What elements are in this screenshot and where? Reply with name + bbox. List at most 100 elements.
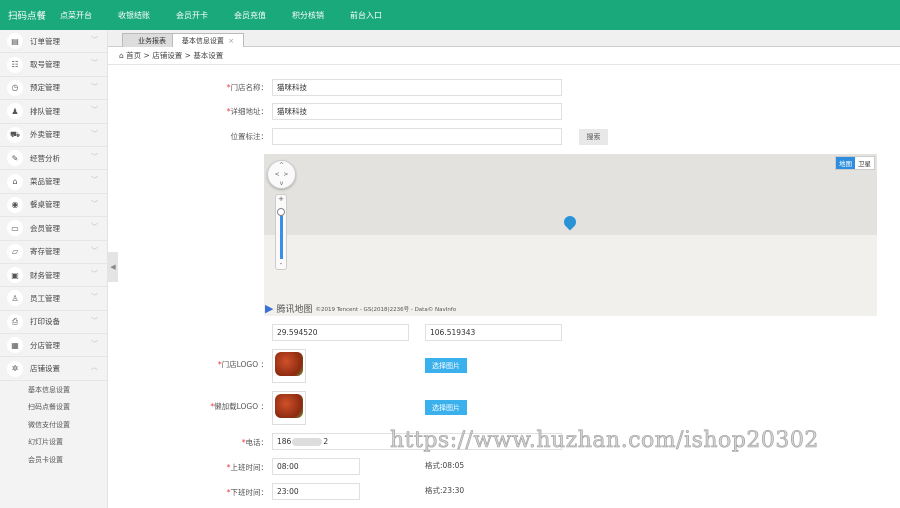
sidebar-item-10[interactable]: ▣ 财务管理 ﹀ [0,264,107,288]
map-brand: 腾讯地图 [276,305,313,315]
sidebar-item-label: 预定管理 [30,83,60,93]
map-copyright: ©2019 Tencent - GS(2018)2236号 - Data© Na… [315,306,457,313]
sidebar-item-13[interactable]: ▦ 分店管理 ﹀ [0,334,107,358]
sidebar-item-14[interactable]: ✲ 店铺设置 ︿ [0,357,107,381]
chevron-down-icon: ﹀ [91,223,98,232]
sidebar-item-8[interactable]: ▭ 会员管理 ﹀ [0,217,107,241]
dish-icon: ⌂ [7,173,23,190]
sidebar-item-7[interactable]: ◉ 餐桌管理 ﹀ [0,194,107,218]
sidebar-subitem-2[interactable]: 微信支付设置 [0,416,107,434]
sidebar-item-label: 餐桌管理 [30,200,60,210]
sidebar-item-label: 经营分析 [30,153,60,163]
sidebar-item-label: 订单管理 [30,36,60,46]
sidebar-item-5[interactable]: ✎ 经营分析 ﹀ [0,147,107,171]
chevron-down-icon: ﹀ [91,106,98,115]
printer-icon: ⎙ [7,313,23,330]
sidebar-item-3[interactable]: ♟ 排队管理 ﹀ [0,100,107,124]
breadcrumb-sep: > [143,51,150,60]
breadcrumb-sep: > [184,51,191,60]
phone-label: *电话： [241,438,268,447]
store-name-input[interactable]: 猫咪科技 [272,79,562,96]
open-time-input[interactable]: 08:00 [272,458,360,475]
nav-order[interactable]: 点菜开台 [60,10,92,21]
tab-basic-info[interactable]: 基本信息设置 × [172,33,244,47]
map-type-satellite[interactable]: 卫星 [855,157,874,169]
clipboard-icon: ▤ [7,33,23,50]
chevron-up-icon: ︿ [91,363,98,372]
search-button[interactable]: 搜索 [579,129,608,145]
address-input[interactable]: 猫咪科技 [272,103,562,120]
chevron-down-icon: ﹀ [91,59,98,68]
breadcrumb-basic-settings: 基本设置 [193,51,224,60]
sidebar-item-label: 店铺设置 [30,364,60,374]
loading-logo-label: *懒加载LOGO ： [210,402,268,411]
sidebar-subitem-0[interactable]: 基本信息设置 [0,381,107,399]
sidebar-item-label: 分店管理 [30,340,60,350]
nav-points[interactable]: 积分核销 [292,10,324,21]
chevron-down-icon: ﹀ [91,82,98,91]
location-input[interactable] [272,128,562,145]
folder-icon: ▱ [7,243,23,260]
sidebar-subitem-3[interactable]: 幻灯片设置 [0,433,107,451]
sidebar-item-6[interactable]: ⌂ 菜品管理 ﹀ [0,170,107,194]
chevron-down-icon: ﹀ [91,36,98,44]
sidebar-item-label: 打印设备 [30,317,60,327]
ticket-icon: ☷ [7,56,23,73]
sidebar-item-12[interactable]: ⎙ 打印设备 ﹀ [0,311,107,335]
chevron-down-icon: ﹀ [91,176,98,185]
store-name-label: *门店名称： [226,83,268,92]
map-view[interactable]: ^ < > v + - 地图 卫星 ▶ 腾讯地图 ©2019 Tencent - GS… [264,154,877,316]
tab-bar: 业务报表 基本信息设置 × [108,30,900,47]
chevron-down-icon: ﹀ [91,316,98,325]
nav-front-desk[interactable]: 前台入口 [350,10,382,21]
breadcrumb-home[interactable]: 首页 [126,50,141,61]
sidebar-item-label: 员工管理 [30,293,60,303]
watermark: https://www.huzhan.com/ishop20302 [390,428,819,454]
sidebar-item-0[interactable]: ▤ 订单管理 ﹀ [0,30,107,54]
map-pan-control[interactable]: ^ < > v [267,160,296,189]
wallet-icon: ▣ [7,267,23,284]
sidebar-collapse-button[interactable]: ◀ [108,252,118,282]
chevron-down-icon: ﹀ [91,293,98,302]
map-zoom-slider[interactable]: + - [275,194,287,270]
chart-icon: ✎ [7,150,23,167]
sidebar-item-4[interactable]: ⛟ 外卖管理 ﹀ [0,124,107,147]
sidebar-item-label: 寄存管理 [30,247,60,257]
sidebar: ▤ 订单管理 ﹀ ☷ 取号管理 ﹀ ◷ 预定管理 ﹀ ♟ 排队管理 ﹀ ⛟ 外卖管理 ﹀ ✎ 经营分析 ﹀ ⌂ 菜品管… [0,30,108,508]
select-loading-logo-button[interactable]: 选择图片 [425,400,467,415]
select-logo-button[interactable]: 选择图片 [425,358,467,373]
tab-label: 业务报表 [138,36,166,45]
nav-checkout[interactable]: 收银结账 [118,10,150,21]
chevron-down-icon: ﹀ [91,129,98,138]
breadcrumb-store-settings[interactable]: 店铺设置 [152,50,182,61]
sidebar-item-1[interactable]: ☷ 取号管理 ﹀ [0,53,107,77]
address-label: *详细地址： [226,107,268,116]
close-time-input[interactable]: 23:00 [272,483,360,500]
sidebar-item-9[interactable]: ▱ 寄存管理 ﹀ [0,241,107,264]
sidebar-item-2[interactable]: ◷ 预定管理 ﹀ [0,77,107,101]
clock-icon: ◷ [7,79,23,96]
gear-icon: ✲ [7,360,23,377]
delivery-icon: ⛟ [7,126,23,143]
sidebar-subitem-4[interactable]: 会员卡设置 [0,451,107,469]
chevron-down-icon: ﹀ [91,269,98,278]
nav-member-recharge[interactable]: 会员充值 [234,10,266,21]
sidebar-item-label: 取号管理 [30,60,60,70]
top-nav: 扫码点餐 点菜开台 收银结账 会员开卡 会员充值 积分核销 前台入口 [0,0,900,30]
sidebar-item-11[interactable]: ♙ 员工管理 ﹀ [0,287,107,311]
table-icon: ◉ [7,196,23,213]
map-attribution: ▶ 腾讯地图 ©2019 Tencent - GS(2018)2236号 - D… [265,302,456,315]
longitude-input[interactable]: 106.519343 [425,324,562,341]
store-logo-image [272,349,306,383]
sidebar-item-label: 外卖管理 [30,130,60,140]
map-type-map[interactable]: 地图 [836,157,855,169]
tencent-map-logo-icon: ▶ [265,302,274,315]
open-time-hint: 格式:08:05 [425,461,465,470]
chevron-down-icon: ﹀ [91,340,98,349]
nav-member-card[interactable]: 会员开卡 [176,10,208,21]
store-icon: ▦ [7,337,23,354]
queue-icon: ♟ [7,103,23,120]
close-icon[interactable]: × [228,37,234,45]
latitude-input[interactable]: 29.594520 [272,324,409,341]
sidebar-subitem-1[interactable]: 扫码点餐设置 [0,398,107,416]
